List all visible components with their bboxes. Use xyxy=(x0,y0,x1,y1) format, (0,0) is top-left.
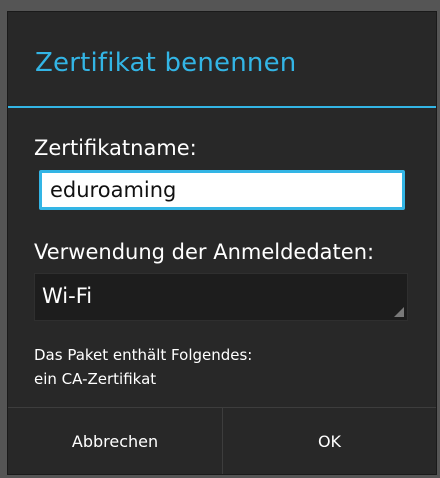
package-info: Das Paket enthält Folgendes: ein CA-Zert… xyxy=(34,343,252,391)
package-info-line-2: ein CA-Zertifikat xyxy=(34,370,157,388)
certificate-name-input[interactable] xyxy=(39,170,405,210)
title-divider xyxy=(8,106,436,108)
credential-usage-value: Wi-Fi xyxy=(42,284,93,308)
cancel-button[interactable]: Abbrechen xyxy=(8,408,222,474)
package-info-line-1: Das Paket enthält Folgendes: xyxy=(34,346,253,364)
certificate-name-label: Zertifikatname: xyxy=(34,136,197,160)
dropdown-corner-icon xyxy=(394,307,404,317)
dialog-title: Zertifikat benennen xyxy=(35,48,297,78)
credential-usage-label: Verwendung der Anmeldedaten: xyxy=(34,240,375,264)
credential-usage-dropdown[interactable]: Wi-Fi xyxy=(34,273,408,321)
screen-background: Zertifikat benennen Zertifikatname: Verw… xyxy=(0,0,440,478)
name-certificate-dialog: Zertifikat benennen Zertifikatname: Verw… xyxy=(8,12,436,474)
dialog-button-bar: Abbrechen OK xyxy=(8,407,436,474)
dialog-title-bar: Zertifikat benennen xyxy=(8,12,436,106)
ok-button[interactable]: OK xyxy=(223,408,436,474)
